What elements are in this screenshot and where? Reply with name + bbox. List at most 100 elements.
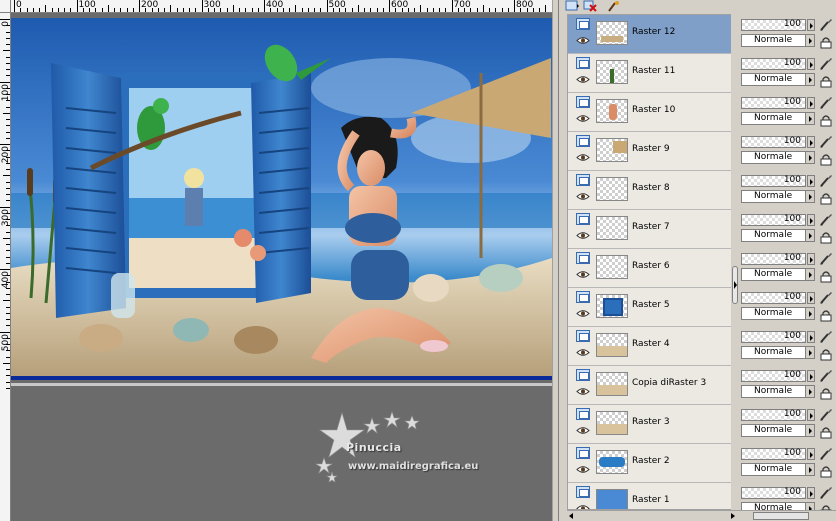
visibility-eye-icon[interactable] (576, 465, 590, 474)
brush-icon[interactable] (819, 447, 833, 461)
opacity-arrow-button[interactable] (807, 58, 815, 70)
image-canvas[interactable] (11, 18, 552, 380)
brush-icon[interactable] (819, 213, 833, 227)
new-layer-icon[interactable] (565, 0, 579, 12)
blend-mode-arrow-button[interactable] (805, 268, 815, 281)
layer-type-icon[interactable] (576, 135, 590, 147)
blend-mode-select[interactable]: Normale (741, 463, 815, 476)
brush-icon[interactable] (819, 369, 833, 383)
layer-row[interactable]: Raster 12 (568, 15, 738, 54)
layer-type-icon[interactable] (576, 486, 590, 498)
brush-icon[interactable] (819, 291, 833, 305)
brush-icon[interactable] (819, 96, 833, 110)
lock-icon[interactable] (819, 35, 833, 49)
blend-mode-select[interactable]: Normale (741, 307, 815, 320)
scroll-right-icon[interactable] (731, 513, 735, 519)
opacity-arrow-button[interactable] (807, 253, 815, 265)
brush-icon[interactable] (819, 57, 833, 71)
brush-icon[interactable] (819, 174, 833, 188)
layer-row[interactable]: Raster 8 (568, 171, 738, 210)
opacity-arrow-button[interactable] (807, 214, 815, 226)
opacity-arrow-button[interactable] (807, 175, 815, 187)
visibility-eye-icon[interactable] (576, 270, 590, 279)
lock-icon[interactable] (819, 425, 833, 439)
opacity-slider[interactable]: 100 (741, 58, 806, 70)
brush-icon[interactable] (819, 18, 833, 32)
layer-row[interactable]: Raster 11 (568, 54, 738, 93)
visibility-eye-icon[interactable] (576, 231, 590, 240)
brush-icon[interactable] (819, 252, 833, 266)
opacity-slider[interactable]: 100 (741, 292, 806, 304)
panel-splitter[interactable] (731, 14, 739, 510)
opacity-slider[interactable]: 100 (741, 136, 806, 148)
layer-row[interactable]: Copia diRaster 3 (568, 366, 738, 405)
splitter-grip[interactable] (732, 266, 738, 304)
opacity-slider[interactable]: 100 (741, 370, 806, 382)
opacity-arrow-button[interactable] (807, 136, 815, 148)
layer-row[interactable]: Raster 5 (568, 288, 738, 327)
brush-icon[interactable] (819, 408, 833, 422)
layer-type-icon[interactable] (576, 213, 590, 225)
blend-mode-select[interactable]: Normale (741, 385, 815, 398)
opacity-arrow-button[interactable] (807, 370, 815, 382)
layer-type-icon[interactable] (576, 96, 590, 108)
brush-icon[interactable] (819, 486, 833, 500)
layers-horizontal-scrollbar[interactable] (567, 510, 739, 521)
layer-row[interactable]: Raster 2 (568, 444, 738, 483)
blend-mode-arrow-button[interactable] (805, 385, 815, 398)
layer-row[interactable]: Raster 7 (568, 210, 738, 249)
opacity-arrow-button[interactable] (807, 487, 815, 499)
layer-row[interactable]: Raster 6 (568, 249, 738, 288)
blend-mode-arrow-button[interactable] (805, 34, 815, 47)
layer-row[interactable]: Raster 10 (568, 93, 738, 132)
visibility-eye-icon[interactable] (576, 153, 590, 162)
blend-mode-arrow-button[interactable] (805, 73, 815, 86)
layer-type-icon[interactable] (576, 252, 590, 264)
blend-mode-arrow-button[interactable] (805, 346, 815, 359)
layer-type-icon[interactable] (576, 330, 590, 342)
layer-row[interactable]: Raster 1 (568, 483, 738, 509)
blend-mode-arrow-button[interactable] (805, 424, 815, 437)
layer-properties-list[interactable]: 100 Normale 100 Normale 100 Normale 100 Normale… (739, 14, 836, 517)
layer-row[interactable]: Raster 3 (568, 405, 738, 444)
lock-icon[interactable] (819, 308, 833, 322)
visibility-eye-icon[interactable] (576, 192, 590, 201)
opacity-arrow-button[interactable] (807, 448, 815, 460)
lock-icon[interactable] (819, 74, 833, 88)
opacity-arrow-button[interactable] (807, 19, 815, 31)
visibility-eye-icon[interactable] (576, 114, 590, 123)
opacity-slider[interactable]: 100 (741, 409, 806, 421)
blend-mode-arrow-button[interactable] (805, 307, 815, 320)
lock-icon[interactable] (819, 191, 833, 205)
scroll-left-icon[interactable] (569, 513, 573, 519)
lock-icon[interactable] (819, 113, 833, 127)
opacity-slider[interactable]: 100 (741, 487, 806, 499)
blend-mode-arrow-button[interactable] (805, 112, 815, 125)
visibility-eye-icon[interactable] (576, 426, 590, 435)
opacity-slider[interactable]: 100 (741, 19, 806, 31)
blend-mode-arrow-button[interactable] (805, 190, 815, 203)
visibility-eye-icon[interactable] (576, 75, 590, 84)
blend-mode-select[interactable]: Normale (741, 424, 815, 437)
opacity-arrow-button[interactable] (807, 331, 815, 343)
lock-icon[interactable] (819, 347, 833, 361)
opacity-slider[interactable]: 100 (741, 253, 806, 265)
layer-type-icon[interactable] (576, 447, 590, 459)
lock-icon[interactable] (819, 269, 833, 283)
canvas-area[interactable]: 0 100 200 300 400 500 600 700 800 0 100 200 300 400 5… (0, 0, 558, 521)
opacity-slider[interactable]: 100 (741, 214, 806, 226)
blend-mode-arrow-button[interactable] (805, 229, 815, 242)
layer-type-icon[interactable] (576, 369, 590, 381)
visibility-eye-icon[interactable] (576, 348, 590, 357)
props-horizontal-scrollbar[interactable] (739, 510, 836, 521)
visibility-eye-icon[interactable] (576, 309, 590, 318)
blend-mode-arrow-button[interactable] (805, 151, 815, 164)
blend-mode-select[interactable]: Normale (741, 112, 815, 125)
layer-type-icon[interactable] (576, 291, 590, 303)
layer-type-icon[interactable] (576, 408, 590, 420)
opacity-slider[interactable]: 100 (741, 97, 806, 109)
scroll-thumb[interactable] (753, 512, 809, 520)
delete-layer-icon[interactable] (583, 0, 597, 12)
brush-icon[interactable] (819, 135, 833, 149)
lock-icon[interactable] (819, 464, 833, 478)
